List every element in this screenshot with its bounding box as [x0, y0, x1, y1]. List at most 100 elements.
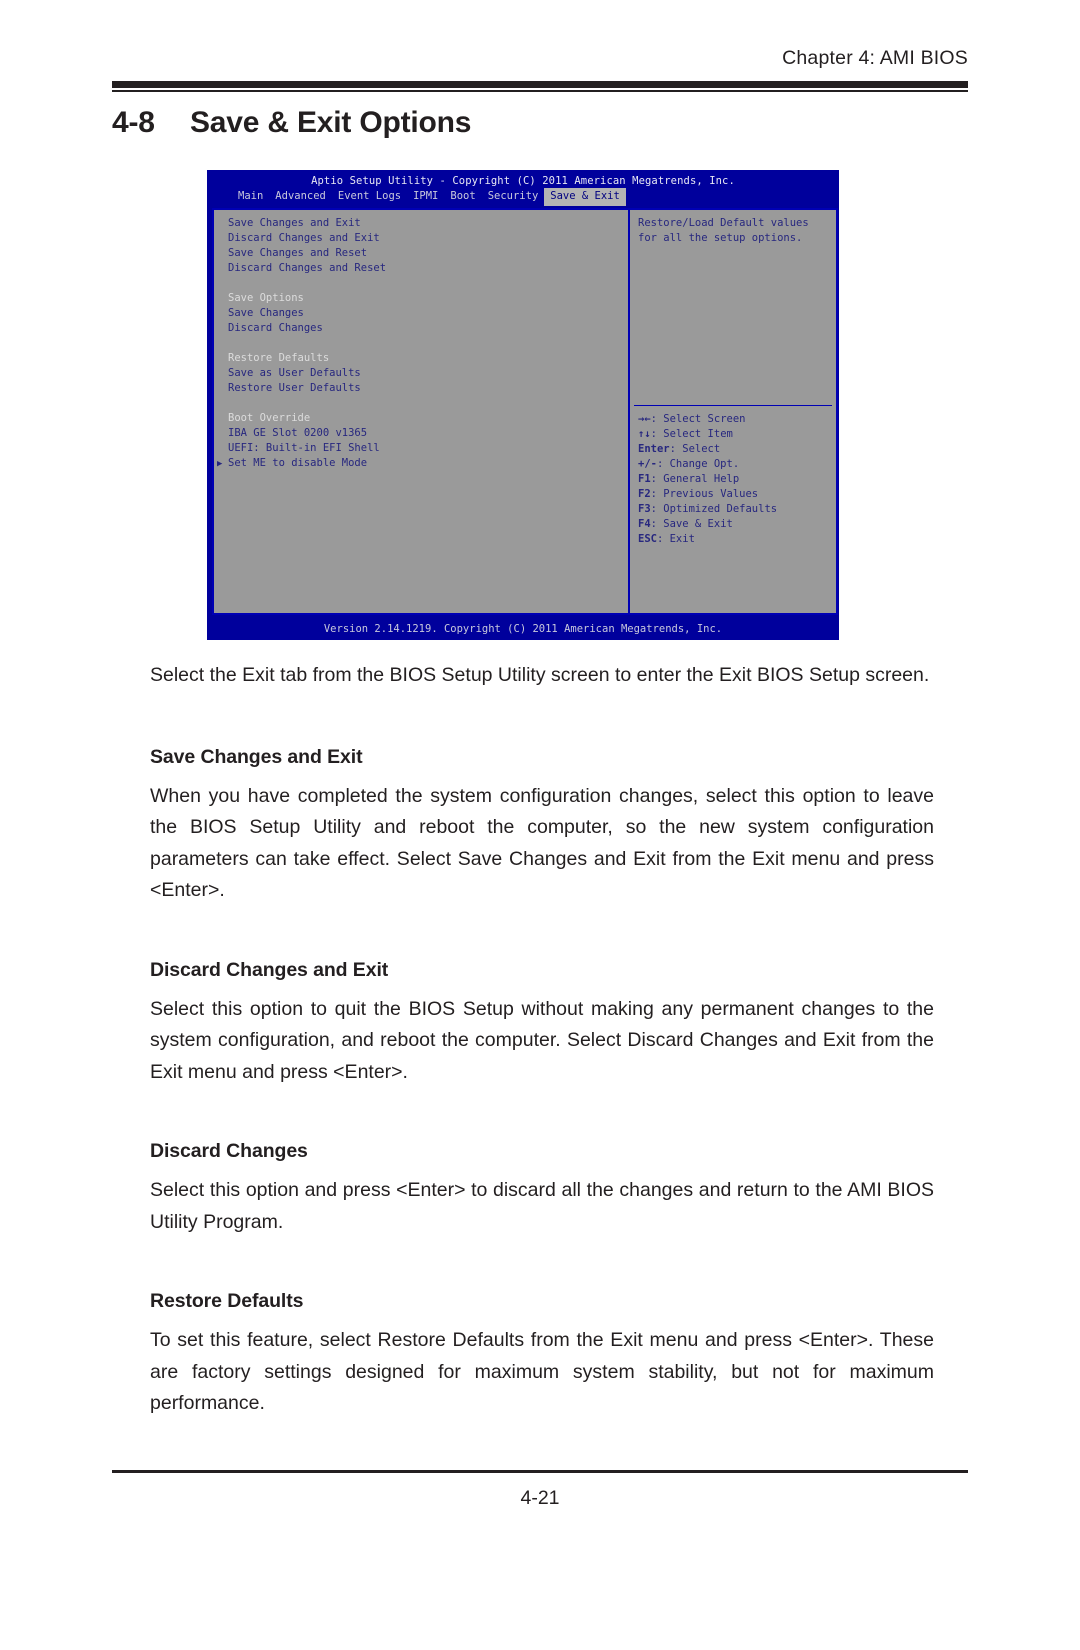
- section-paragraph: To set this feature, select Restore Defa…: [150, 1329, 934, 1414]
- bios-menu-item[interactable]: Discard Changes: [228, 321, 628, 336]
- bios-menu-item-label: Discard Changes and Reset: [228, 262, 387, 274]
- heading-gap: [150, 982, 934, 994]
- bios-menu-item[interactable]: Save as User Defaults: [228, 366, 628, 381]
- bios-menu-item[interactable]: Save Changes and Reset: [228, 246, 628, 261]
- section-paragraph: Select this option and press <Enter> to …: [150, 1179, 934, 1233]
- page-header: Chapter 4: AMI BIOS: [112, 47, 968, 92]
- bios-menu-item-label: Discard Changes and Exit: [228, 232, 380, 244]
- bios-nav-key: F3: Optimized Defaults: [638, 502, 777, 517]
- bios-nav-key: F4: Save & Exit: [638, 517, 777, 532]
- header-rule-thin: [112, 90, 968, 92]
- bios-help-line: for all the setup options.: [638, 232, 803, 244]
- bios-menu-item-label: Set ME to disable Mode: [228, 457, 368, 469]
- bios-nav-key-glyph: →←: [638, 413, 651, 425]
- bios-nav-key-desc: : Select Item: [650, 428, 733, 440]
- help-divider: [634, 405, 832, 406]
- bios-menu-item[interactable]: ▶ Set ME to disable Mode: [217, 456, 628, 471]
- bios-nav-key-glyph: F1: [638, 473, 651, 485]
- bios-menu-item-label: Save Changes: [228, 307, 304, 319]
- bios-nav-key-desc: : Previous Values: [650, 488, 759, 500]
- bios-title-bar: Aptio Setup Utility - Copyright (C) 2011…: [311, 175, 735, 187]
- bios-tab-advanced[interactable]: Advanced: [269, 188, 332, 206]
- bios-nav-key-glyph: F3: [638, 503, 651, 515]
- intro-paragraph: Select the Exit tab from the BIOS Setup …: [150, 664, 930, 686]
- bios-item-spacer: [228, 396, 628, 411]
- header-rule-thick: [112, 81, 968, 88]
- section-heading: Restore Defaults: [150, 1290, 304, 1312]
- section-paragraph: Select this option to quit the BIOS Setu…: [150, 997, 934, 1083]
- bios-nav-key: F1: General Help: [638, 472, 777, 487]
- bios-nav-key-desc: : Change Opt.: [656, 458, 740, 470]
- bios-body: Save Changes and Exit Discard Changes and…: [212, 208, 838, 615]
- bios-nav-key-desc: : General Help: [650, 473, 740, 485]
- bios-tab-ipmi[interactable]: IPMI: [407, 188, 444, 206]
- bios-options-panel: Save Changes and Exit Discard Changes and…: [212, 208, 629, 615]
- bios-menu-item-label: Boot Override: [228, 412, 311, 424]
- section-paragraph: When you have completed the system confi…: [150, 784, 934, 902]
- section-heading: Discard Changes: [150, 1140, 308, 1162]
- bios-menu-item[interactable]: Save Changes: [228, 306, 628, 321]
- bios-menu-item-label: Discard Changes: [228, 322, 323, 334]
- section-title-text: Save & Exit Options: [190, 106, 472, 139]
- bios-tab-security[interactable]: Security: [482, 188, 545, 206]
- bios-nav-key-glyph: Enter: [638, 443, 670, 455]
- bios-nav-key-glyph: F2: [638, 488, 651, 500]
- bios-screenshot-figure: Aptio Setup Utility - Copyright (C) 2011…: [207, 170, 839, 640]
- bios-nav-key-glyph: ↑↓: [638, 428, 651, 440]
- bios-menu-item[interactable]: Restore User Defaults: [228, 381, 628, 396]
- bios-nav-key: F2: Previous Values: [638, 487, 777, 502]
- section-number: 4-8: [112, 106, 155, 139]
- chapter-header-label: Chapter 4: AMI BIOS: [782, 47, 968, 69]
- bios-menu-item-label: UEFI: Built-in EFI Shell: [228, 442, 380, 454]
- bios-tab-boot[interactable]: Boot: [444, 188, 481, 206]
- bios-menu-bar: Main Advanced Event Logs IPMI Boot Security Sa…: [207, 188, 839, 206]
- heading-gap: [150, 1313, 934, 1325]
- bios-nav-key-glyph: F4: [638, 518, 651, 530]
- page-number: 4-21: [520, 1487, 560, 1509]
- section-heading: Discard Changes and Exit: [150, 958, 389, 981]
- bios-tab-main[interactable]: Main: [232, 188, 269, 206]
- bios-nav-key-desc: : Optimized Defaults: [650, 503, 778, 515]
- bios-nav-keys: →←: Select Screen ↑↓: Select Item Enter: S…: [638, 412, 777, 547]
- document-body: Select the Exit tab from the BIOS Setup …: [150, 660, 934, 1420]
- bios-tab-event-logs[interactable]: Event Logs: [332, 188, 407, 206]
- bios-footer-bar: Version 2.14.1219. Copyright (C) 2011 Am…: [323, 623, 723, 635]
- bios-menu-item-label: Save as User Defaults: [228, 367, 361, 379]
- heading-gap: [150, 1163, 934, 1175]
- bios-menu-item[interactable]: Discard Changes and Reset: [228, 261, 628, 276]
- bios-menu-item-label: Save Changes and Reset: [228, 247, 368, 259]
- bios-nav-key: →←: Select Screen: [638, 412, 777, 427]
- bios-item-spacer: [228, 336, 628, 351]
- content-sections: Save Changes and Exit When you have compl…: [150, 692, 934, 1420]
- heading-gap: [150, 769, 934, 781]
- bios-menu-item: Boot Override: [228, 411, 628, 426]
- bios-menu-item[interactable]: UEFI: Built-in EFI Shell: [228, 441, 628, 456]
- submenu-arrow-icon: ▶: [217, 459, 223, 469]
- bios-nav-key-desc: : Exit: [656, 533, 695, 545]
- bios-nav-key-desc: : Select: [669, 443, 721, 455]
- section-heading: Save Changes and Exit: [150, 745, 363, 768]
- bios-help-text: Restore/Load Default values for all the s…: [638, 216, 836, 246]
- bios-menu-item: Save Options: [228, 291, 628, 306]
- bios-nav-key-desc: : Select Screen: [650, 413, 746, 425]
- bios-menu-item-label: Save Changes and Exit: [228, 217, 361, 229]
- bios-menu-item[interactable]: IBA GE Slot 0200 v1365: [228, 426, 628, 441]
- bios-menu-item-label: Save Options: [228, 292, 304, 304]
- bios-nav-key-glyph: +/-: [638, 458, 657, 470]
- bios-tab-save-exit[interactable]: Save & Exit: [544, 188, 626, 206]
- footer-rule: [112, 1470, 968, 1473]
- bios-menu-item-label: Restore Defaults: [228, 352, 330, 364]
- bios-nav-key: ESC: Exit: [638, 532, 777, 547]
- bios-help-panel: Restore/Load Default values for all the s…: [629, 208, 838, 615]
- bios-menu-item[interactable]: Discard Changes and Exit: [228, 231, 628, 246]
- bios-nav-key: ↑↓: Select Item: [638, 427, 777, 442]
- bios-menu-item[interactable]: Save Changes and Exit: [228, 216, 628, 231]
- bios-menu-item-label: IBA GE Slot 0200 v1365: [228, 427, 368, 439]
- page-title: 4-8 Save & Exit Options: [112, 106, 471, 140]
- bios-nav-key-glyph: ESC: [638, 533, 657, 545]
- bios-menu-item: Restore Defaults: [228, 351, 628, 366]
